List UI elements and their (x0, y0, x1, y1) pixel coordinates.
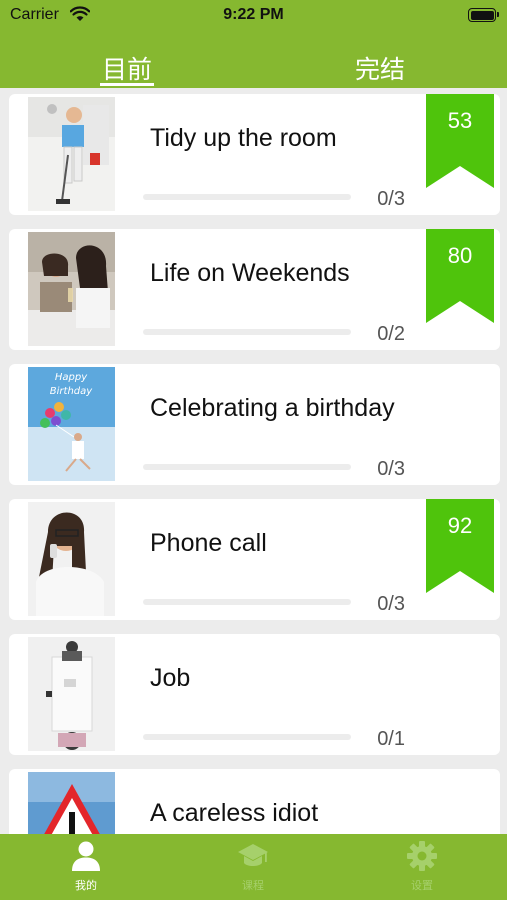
gear-icon (407, 841, 437, 871)
lesson-thumbnail (28, 232, 115, 346)
lesson-title: Life on Weekends (150, 259, 350, 287)
progress-count: 0/3 (377, 458, 405, 480)
lesson-title: Tidy up the room (150, 124, 337, 152)
tabbar-item-course[interactable]: 课程 (213, 840, 293, 896)
person-icon (72, 841, 100, 871)
status-bar: Carrier 9:22 PM (0, 0, 507, 32)
lesson-thumbnail (28, 502, 115, 616)
lesson-title: Phone call (150, 529, 267, 557)
progress-bar (143, 464, 351, 470)
svg-text:Birthday: Birthday (50, 386, 93, 397)
lesson-title: A careless idiot (150, 799, 319, 827)
tabbar-label-me: 我的 (75, 880, 97, 892)
header: Carrier 9:22 PM 目前 完结 (0, 0, 507, 88)
lesson-thumbnail (28, 637, 115, 751)
lesson-thumbnail: Happy Birthday (28, 367, 115, 481)
progress-bar (143, 194, 351, 200)
tab-bar: 我的 课程 设置 (0, 834, 507, 900)
lesson-thumbnail (28, 97, 115, 211)
tabbar-label-settings: 设置 (411, 880, 433, 892)
lesson-card[interactable]: A careless idiot (9, 769, 500, 834)
progress-count: 0/3 (377, 188, 405, 210)
score-ribbon: 80 (426, 229, 494, 323)
progress-count: 0/1 (377, 728, 405, 750)
battery-icon (468, 8, 499, 22)
tabbar-item-me[interactable]: 我的 (46, 840, 126, 896)
progress-bar (143, 734, 351, 740)
lesson-card[interactable]: Happy Birthday Celebrating a birthday 0/3 (9, 364, 500, 485)
score-value: 92 (447, 513, 473, 538)
lesson-title: Job (150, 664, 191, 692)
lesson-card[interactable]: Job 0/1 (9, 634, 500, 755)
progress-bar (143, 329, 351, 335)
tab-current[interactable]: 目前 (98, 50, 156, 86)
graduation-cap-icon (238, 844, 268, 866)
progress-count: 0/2 (377, 323, 405, 345)
score-ribbon: 53 (426, 94, 494, 188)
score-value: 80 (447, 243, 473, 268)
lesson-thumbnail (28, 772, 115, 834)
tabbar-item-settings[interactable]: 设置 (382, 840, 462, 896)
tabbar-label-course: 课程 (242, 880, 264, 892)
lesson-list[interactable]: Tidy up the room 0/3 53 Life on Weekends 0/2… (0, 88, 507, 834)
tab-finished[interactable]: 完结 (350, 50, 410, 86)
score-ribbon: 92 (426, 499, 494, 593)
progress-bar (143, 599, 351, 605)
score-value: 53 (447, 108, 473, 133)
lesson-card[interactable]: Phone call 0/3 92 (9, 499, 500, 620)
svg-text:Happy: Happy (55, 372, 88, 383)
lesson-card[interactable]: Life on Weekends 0/2 80 (9, 229, 500, 350)
clock: 9:22 PM (223, 6, 284, 23)
lesson-card[interactable]: Tidy up the room 0/3 53 (9, 94, 500, 215)
lesson-title: Celebrating a birthday (150, 394, 395, 422)
progress-count: 0/3 (377, 593, 405, 615)
